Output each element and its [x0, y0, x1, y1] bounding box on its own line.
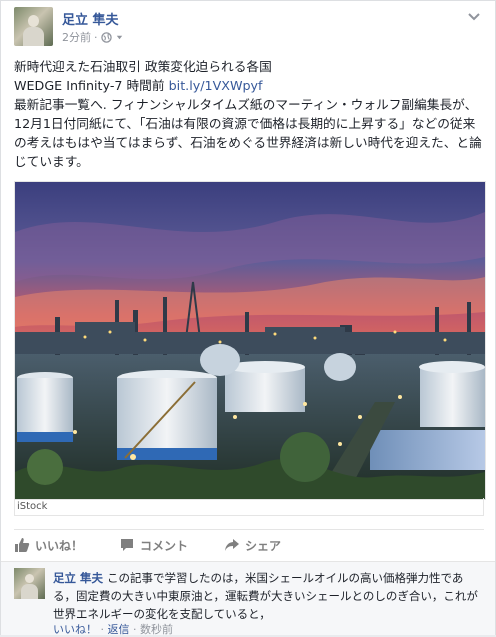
- share-button[interactable]: シェア: [224, 537, 281, 554]
- privacy-dropdown-icon[interactable]: [115, 33, 124, 42]
- share-label: シェア: [245, 538, 282, 553]
- thumbs-up-icon: [15, 538, 30, 552]
- comment-section: 足立 隼夫 この記事で学習したのは，米国シェールオイルの高い価格弾力性である，固定…: [1, 561, 495, 636]
- share-icon: [225, 539, 240, 551]
- comment-like-link[interactable]: いいね！: [53, 623, 97, 636]
- comment-reply-link[interactable]: 返信: [108, 623, 130, 636]
- author-avatar[interactable]: [14, 7, 53, 46]
- meta-separator: ·: [94, 30, 98, 44]
- commenter-avatar[interactable]: [14, 568, 45, 599]
- like-button[interactable]: いいね！: [14, 537, 83, 554]
- commenter-name[interactable]: 足立 隼夫: [53, 571, 103, 585]
- comment-text: この記事で学習したのは，米国シェールオイルの高い価格弾力性である，固定費の大きい…: [53, 571, 478, 621]
- comment-icon: [121, 539, 134, 551]
- source-label: WEDGE Infinity-7 時間前: [14, 78, 165, 93]
- comment-dot-1: ·: [100, 623, 105, 636]
- post-actions: いいね！ コメント シェア: [14, 529, 484, 560]
- article-link[interactable]: bit.ly/1VXWpyf: [169, 78, 263, 93]
- article-source: WEDGE Infinity-7 時間前 bit.ly/1VXWpyf: [14, 76, 484, 95]
- like-label: いいね！: [35, 538, 84, 553]
- post-time[interactable]: 2分前: [62, 29, 91, 45]
- article-image[interactable]: [14, 181, 486, 500]
- chevron-down-icon[interactable]: [466, 9, 482, 25]
- refinery-photo: [15, 182, 485, 499]
- comment-label: コメント: [140, 538, 189, 553]
- globe-icon[interactable]: [100, 31, 112, 43]
- post-header: 足立 隼夫 2分前 ·: [14, 7, 484, 47]
- image-credit: iStock: [14, 498, 484, 516]
- comment: 足立 隼夫 この記事で学習したのは，米国シェールオイルの高い価格弾力性である，固定…: [53, 569, 483, 623]
- article-title: 新時代迎えた石油取引 政策変化迫られる各国: [14, 59, 272, 74]
- comment-dot-2: ·: [133, 623, 137, 636]
- post-meta: 2分前 ·: [62, 29, 124, 45]
- post-text: 新時代迎えた石油取引 政策変化迫られる各国 WEDGE Infinity-7 時…: [14, 57, 484, 171]
- post-card: 足立 隼夫 2分前 · 新時代迎えた石油取引 政策変化迫られる各国 WEDGE …: [0, 0, 496, 636]
- article-body: 最新記事一覧へ. フィナンシャルタイムズ紙のマーティン・ウォルフ副編集長が、12…: [14, 97, 482, 169]
- comment-time[interactable]: 数秒前: [140, 623, 173, 636]
- comment-button[interactable]: コメント: [119, 537, 188, 554]
- author-name[interactable]: 足立 隼夫: [62, 9, 119, 28]
